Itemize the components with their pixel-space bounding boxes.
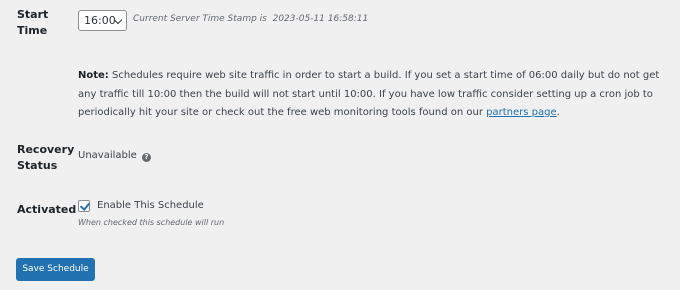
note-suffix: .	[556, 107, 560, 118]
recovery-status-label-line1: Recovery	[17, 143, 75, 156]
server-time-stamp-value: 2023-05-11 16:58:11	[272, 14, 369, 24]
recovery-status-value-wrap: Unavailable ?	[78, 150, 151, 162]
start-time-label-line1: Start	[17, 8, 49, 21]
note-prefix: Note:	[78, 70, 109, 81]
server-time-stamp: Current Server Time Stamp is 2023-05-11 …	[133, 14, 368, 24]
enable-schedule-description: When checked this schedule will run	[78, 218, 225, 227]
recovery-status-label-line2: Status	[17, 159, 58, 172]
enable-schedule-checkbox[interactable]	[78, 200, 91, 212]
start-time-label-line2: Time	[17, 24, 48, 37]
note-text: Schedules require web site traffic in or…	[78, 70, 660, 118]
checkmark-icon	[79, 200, 91, 211]
recovery-status-label: Recovery Status	[17, 142, 74, 174]
start-time-label: Start Time	[17, 7, 48, 39]
partners-page-link[interactable]: partners page	[486, 107, 556, 118]
help-icon[interactable]: ?	[141, 153, 151, 162]
schedule-note: Note: Schedules require web site traffic…	[78, 67, 678, 123]
start-time-select[interactable]: 16:00	[78, 10, 127, 31]
start-time-value: 16:00	[84, 14, 116, 27]
activated-label: Activated	[17, 203, 77, 216]
recovery-status-value: Unavailable	[78, 150, 137, 161]
save-schedule-button[interactable]: Save Schedule	[16, 258, 95, 281]
enable-schedule-label[interactable]: Enable This Schedule	[97, 200, 204, 211]
server-time-stamp-prefix: Current Server Time Stamp is	[133, 14, 267, 24]
